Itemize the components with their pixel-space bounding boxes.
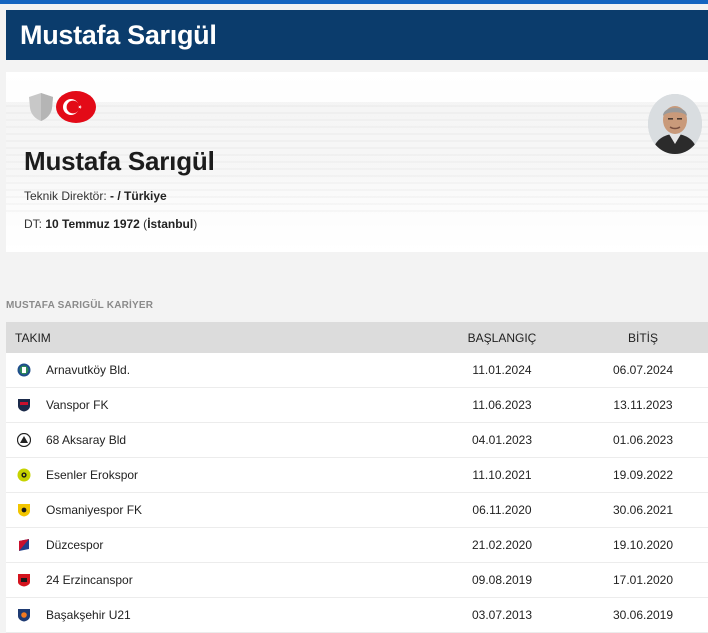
start-date: 04.01.2023: [471, 433, 533, 447]
team-cell[interactable]: Vanspor FK: [6, 398, 426, 412]
team-cell[interactable]: Başakşehir U21: [6, 608, 426, 622]
start-date: 11.10.2021: [472, 468, 532, 482]
coach-role-line: Teknik Direktör: - / Türkiye: [24, 189, 167, 203]
page-title: Mustafa Sarıgül: [20, 19, 217, 50]
table-row[interactable]: Osmaniyespor FK 06.11.2020 30.06.2021: [6, 493, 708, 528]
team-name[interactable]: 24 Erzincanspor: [46, 573, 133, 587]
table-row[interactable]: Arnavutköy Bld. 11.01.2024 06.07.2024: [6, 353, 708, 388]
end-date: 06.07.2024: [612, 363, 674, 377]
table-row[interactable]: Vanspor FK 11.06.2023 13.11.2023: [6, 388, 708, 423]
start-date: 06.11.2020: [472, 503, 532, 517]
team-cell[interactable]: Düzcespor: [6, 538, 426, 552]
team-cell[interactable]: Esenler Erokspor: [6, 468, 426, 482]
birth-place: İstanbul: [147, 217, 194, 231]
team-name[interactable]: Arnavutköy Bld.: [46, 363, 130, 377]
shield-icon: [29, 93, 53, 121]
arnavutkoy-logo-icon: [17, 363, 31, 377]
start-date: 11.06.2023: [472, 398, 532, 412]
aksaray-logo-icon: [17, 433, 31, 447]
team-cell[interactable]: 24 Erzincanspor: [6, 573, 426, 587]
career-table-header: TAKIM BAŞLANGIÇ BİTİŞ: [6, 322, 708, 353]
team-name[interactable]: Osmaniyespor FK: [46, 503, 142, 517]
table-row[interactable]: Başakşehir U21 03.07.2013 30.06.2019: [6, 598, 708, 633]
esenler-logo-icon: [17, 468, 31, 482]
coach-birth-line: DT: 10 Temmuz 1972 (İstanbul): [24, 217, 197, 231]
birth-label: DT:: [24, 217, 42, 231]
end-date: 13.11.2023: [613, 398, 673, 412]
start-date: 21.02.2020: [471, 538, 533, 552]
profile-card: Mustafa Sarıgül Teknik Direktör: - / Tür…: [6, 72, 708, 252]
coach-name: Mustafa Sarıgül: [24, 146, 215, 176]
top-accent-line: [0, 0, 708, 4]
page-title-bar: Mustafa Sarıgül: [6, 10, 708, 60]
team-name[interactable]: Esenler Erokspor: [46, 468, 138, 482]
team-name[interactable]: Düzcespor: [46, 538, 103, 552]
header-end: BİTİŞ: [627, 330, 658, 345]
table-row[interactable]: Düzcespor 21.02.2020 19.10.2020: [6, 528, 708, 563]
end-date: 30.06.2019: [612, 608, 674, 622]
start-date: 03.07.2013: [471, 608, 533, 622]
end-date: 19.10.2020: [612, 538, 674, 552]
end-date: 17.01.2020: [612, 573, 674, 587]
team-name[interactable]: 68 Aksaray Bld: [46, 433, 126, 447]
team-name[interactable]: Başakşehir U21: [46, 608, 131, 622]
birth-date: 10 Temmuz 1972: [45, 217, 140, 231]
end-date: 30.06.2021: [612, 503, 674, 517]
career-section-title: MUSTAFA SARIGÜL KARİYER: [6, 300, 154, 311]
team-name[interactable]: Vanspor FK: [46, 398, 108, 412]
career-table-body: Arnavutköy Bld. 11.01.2024 06.07.2024 Vansp…: [6, 353, 708, 633]
team-cell[interactable]: 68 Aksaray Bld: [6, 433, 426, 447]
career-table: TAKIM BAŞLANGIÇ BİTİŞ Arnavutköy Bld. 11.…: [6, 322, 708, 633]
turkey-flag-icon: [56, 91, 96, 123]
vanspor-logo-icon: [18, 399, 30, 412]
end-date: 01.06.2023: [612, 433, 674, 447]
duzcespor-logo-icon: [19, 539, 29, 551]
start-date: 09.08.2019: [471, 573, 533, 587]
coach-portrait-icon: [648, 94, 702, 154]
table-row[interactable]: 68 Aksaray Bld 04.01.2023 01.06.2023: [6, 423, 708, 458]
end-date: 19.09.2022: [612, 468, 674, 482]
role-label: Teknik Direktör:: [24, 189, 107, 203]
start-date: 11.01.2024: [472, 363, 532, 377]
header-team: TAKIM: [15, 330, 51, 345]
header-start: BAŞLANGIÇ: [467, 330, 537, 345]
coach-avatar: [648, 94, 702, 154]
table-row[interactable]: 24 Erzincanspor 09.08.2019 17.01.2020: [6, 563, 708, 598]
osmaniye-logo-icon: [18, 504, 30, 517]
role-value: - / Türkiye: [110, 189, 167, 203]
birth-place-close: ): [193, 217, 198, 231]
basaksehir-logo-icon: [18, 609, 30, 622]
team-cell[interactable]: Osmaniyespor FK: [6, 503, 426, 517]
table-row[interactable]: Esenler Erokspor 11.10.2021 19.09.2022: [6, 458, 708, 493]
erzincanspor-logo-icon: [18, 574, 30, 587]
team-cell[interactable]: Arnavutköy Bld.: [6, 363, 426, 377]
